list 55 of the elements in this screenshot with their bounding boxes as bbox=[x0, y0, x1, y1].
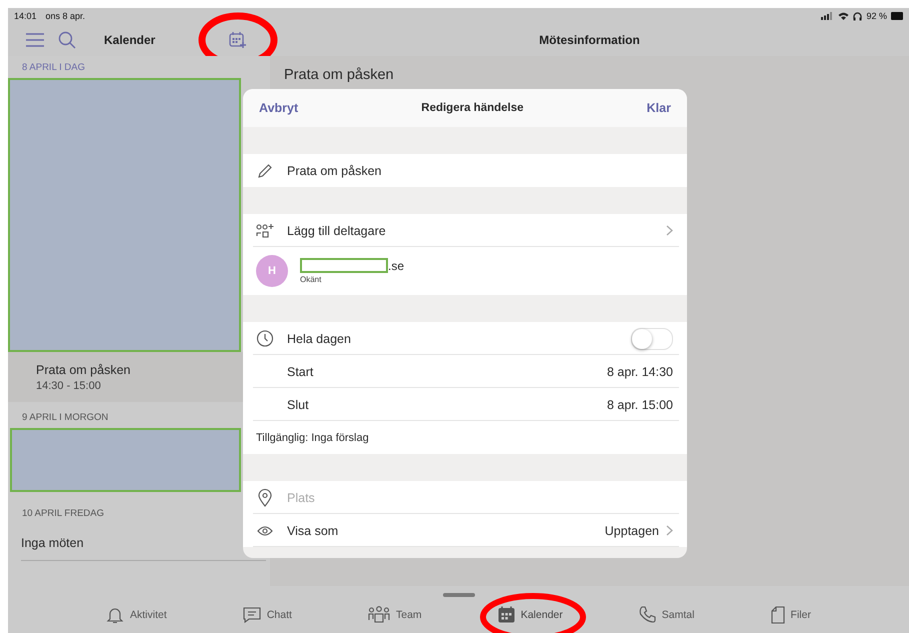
participant-status: Okänt bbox=[300, 275, 322, 284]
location-field[interactable]: Plats bbox=[287, 490, 487, 504]
all-day-toggle[interactable] bbox=[631, 328, 673, 350]
end-label: Slut bbox=[287, 398, 309, 412]
done-button[interactable]: Klar bbox=[646, 101, 671, 115]
no-meetings-text: Inga möten bbox=[21, 536, 84, 550]
tab[interactable]: Team bbox=[368, 606, 422, 624]
wifi-icon bbox=[838, 12, 850, 20]
headphones-icon bbox=[853, 12, 862, 20]
dialog-title: Redigera händelse bbox=[421, 102, 524, 114]
start-value[interactable]: 8 apr. 14:30 bbox=[606, 364, 673, 378]
avatar: H bbox=[256, 255, 288, 287]
status-date: ons 8 apr. bbox=[46, 11, 86, 21]
tab[interactable]: Filer bbox=[770, 606, 811, 624]
location-pin-icon bbox=[256, 488, 274, 506]
show-as-value[interactable]: Upptagen bbox=[604, 524, 659, 538]
chevron-icon bbox=[666, 525, 673, 536]
event-time: 14:30 - 15:00 bbox=[36, 380, 102, 392]
add-people-icon bbox=[256, 222, 274, 238]
chevron-icon bbox=[666, 225, 673, 236]
home-indicator bbox=[442, 593, 474, 597]
bell-icon bbox=[106, 606, 124, 624]
clock-icon bbox=[256, 330, 274, 347]
meeting-info-title: Mötesinformation bbox=[539, 33, 640, 47]
event-title-field[interactable]: Prata om påsken bbox=[287, 164, 382, 178]
end-value[interactable]: 8 apr. 15:00 bbox=[606, 398, 673, 412]
battery-icon bbox=[891, 12, 903, 20]
chat-icon bbox=[242, 606, 261, 624]
tab[interactable]: Aktivitet bbox=[106, 606, 167, 624]
show-as-label: Visa som bbox=[287, 524, 338, 538]
all-day-label: Hela dagen bbox=[287, 332, 351, 346]
file-icon bbox=[770, 606, 785, 624]
start-label: Start bbox=[287, 364, 314, 378]
team-icon bbox=[368, 606, 390, 624]
calendar-title: Kalender bbox=[104, 33, 156, 47]
calendar-add-icon[interactable] bbox=[229, 31, 248, 49]
status-time: 14:01 bbox=[14, 11, 37, 21]
eye-icon bbox=[256, 526, 274, 536]
cancel-button[interactable]: Avbryt bbox=[259, 101, 298, 115]
tab[interactable]: Chatt bbox=[242, 606, 292, 624]
participant-email: .se bbox=[388, 259, 404, 273]
pencil-icon bbox=[256, 162, 274, 178]
date-header: 9 APRIL I MORGON bbox=[22, 412, 108, 422]
signal-icon bbox=[821, 12, 834, 20]
date-header: 10 APRIL FREDAG bbox=[22, 508, 104, 518]
availability-text: Tillgänglig: Inga förslag bbox=[256, 432, 369, 444]
meeting-title: Prata om påsken bbox=[284, 67, 394, 83]
phone-icon bbox=[638, 606, 656, 623]
search-icon[interactable] bbox=[58, 31, 76, 49]
battery-percent: 92 % bbox=[866, 11, 887, 21]
tab[interactable]: Samtal bbox=[638, 606, 694, 623]
menu-icon[interactable] bbox=[26, 33, 44, 47]
calendar-icon bbox=[498, 606, 515, 623]
event-title: Prata om påsken bbox=[36, 362, 132, 376]
date-header: 8 APRIL I DAG bbox=[22, 62, 86, 72]
